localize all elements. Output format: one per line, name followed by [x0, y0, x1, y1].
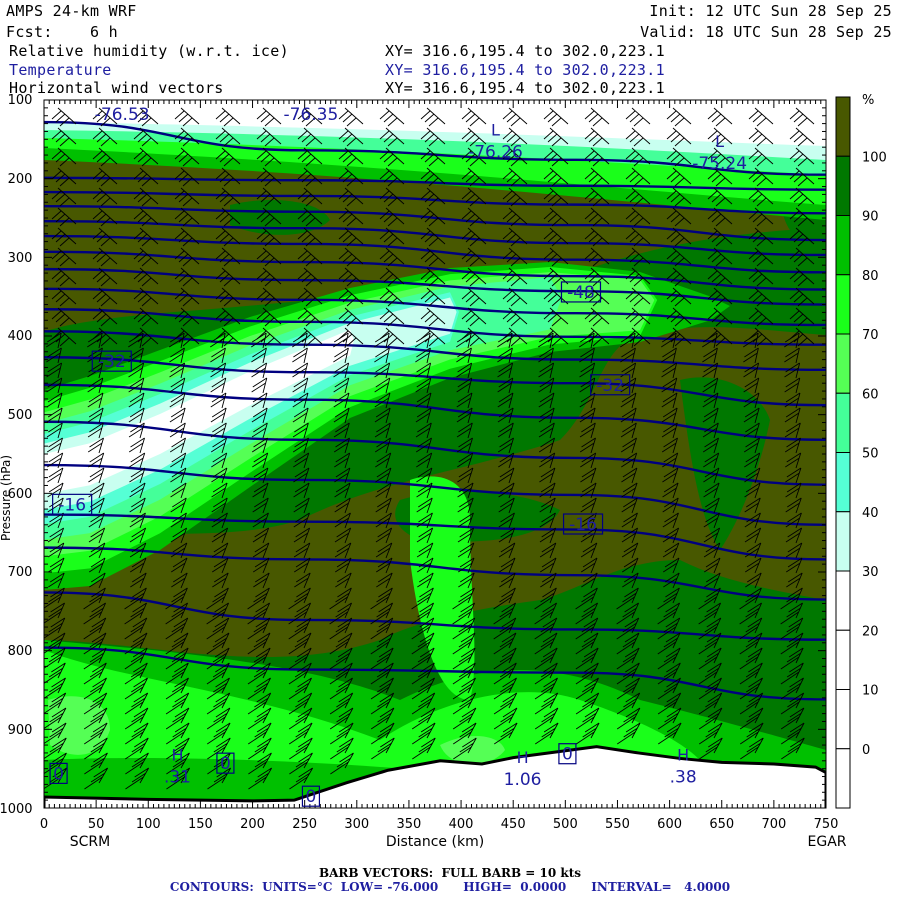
colorbar-bin	[835, 570, 851, 631]
left-endpoint-label: SCRM	[70, 834, 110, 850]
colorbar-unit: %	[862, 93, 874, 108]
x-tick-label: 50	[88, 817, 105, 832]
colorbar-label: 80	[862, 269, 879, 284]
extremum-marker: L	[715, 132, 724, 151]
extremum-value: -76.35	[284, 105, 339, 125]
contour-label: -16	[569, 515, 597, 535]
x-tick-label: 150	[188, 817, 213, 832]
contour-label: -48	[567, 283, 595, 303]
barb-legend: BARB VECTORS: FULL BARB = 10 kts	[318, 866, 582, 880]
x-tick-label: 650	[709, 817, 734, 832]
extremum-marker: H	[677, 746, 689, 765]
contour-label: 0	[306, 787, 317, 807]
colorbar-bin	[835, 748, 851, 809]
colorbar-bin	[835, 155, 851, 216]
colorbar-label: 60	[862, 387, 879, 402]
colorbar-label: 0	[862, 743, 870, 758]
colorbar-bin	[835, 274, 851, 335]
contour-label: -32	[596, 376, 624, 396]
colorbar-bin	[835, 452, 851, 513]
extremum-marker: H	[517, 748, 529, 767]
y-tick-label: 1000	[0, 802, 33, 817]
contour-label: 0	[220, 754, 231, 774]
x-tick-label: 600	[657, 817, 682, 832]
cross-section-chart: -32 -48 -32 -16 -16 0 0 0 0 -76.53 -76.35 L -76.26 L -…	[0, 93, 887, 850]
extremum-value: -75.24	[692, 154, 747, 174]
y-tick-label: 100	[8, 93, 33, 108]
colorbar: %1009080706050403020100	[835, 93, 887, 809]
right-endpoint-label: EGAR	[808, 834, 847, 850]
contour-label: -32	[98, 352, 126, 372]
colorbar-bin	[835, 96, 851, 157]
y-tick-label: 900	[8, 723, 33, 738]
x-tick-label: 750	[814, 817, 839, 832]
colorbar-label: 70	[862, 328, 879, 343]
contour-label: 0	[562, 745, 573, 765]
x-tick-label: 450	[501, 817, 526, 832]
x-tick-label: 200	[240, 817, 265, 832]
y-tick-label: 700	[8, 565, 33, 580]
colorbar-label: 100	[862, 150, 887, 165]
colorbar-label: 10	[862, 684, 879, 699]
colorbar-bin	[835, 689, 851, 750]
extremum-value: -76.26	[468, 142, 523, 162]
colorbar-bin	[835, 392, 851, 453]
contour-legend: CONTOURS: UNITS=°C LOW= -76.000 HIGH= 0.…	[169, 880, 731, 894]
colorbar-bin	[835, 333, 851, 394]
x-tick-label: 500	[553, 817, 578, 832]
y-axis-title: Pressure (hPa)	[0, 455, 13, 541]
x-tick-label: 350	[397, 817, 422, 832]
extremum-marker: H	[171, 746, 183, 765]
x-tick-label: 300	[344, 817, 369, 832]
colorbar-label: 40	[862, 506, 879, 521]
extremum-value: .31	[164, 768, 191, 788]
colorbar-label: 90	[862, 210, 879, 225]
extremum-value: .38	[670, 768, 697, 788]
x-axis-title: Distance (km)	[386, 834, 484, 850]
y-tick-label: 400	[8, 329, 33, 344]
y-tick-label: 800	[8, 644, 33, 659]
y-tick-label: 200	[8, 172, 33, 187]
y-tick-label: 300	[8, 251, 33, 266]
contour-label: -16	[58, 495, 86, 515]
y-tick-label: 500	[8, 408, 33, 423]
colorbar-label: 30	[862, 565, 879, 580]
colorbar-bin	[835, 215, 851, 276]
x-tick-label: 400	[449, 817, 474, 832]
colorbar-label: 20	[862, 624, 879, 639]
rh-field	[44, 100, 826, 808]
x-tick-label: 250	[292, 817, 317, 832]
x-tick-label: 0	[40, 817, 48, 832]
x-tick-label: 550	[605, 817, 630, 832]
extremum-value: 1.06	[504, 770, 542, 790]
x-tick-label: 100	[136, 817, 161, 832]
extremum-marker: L	[491, 120, 500, 139]
colorbar-label: 50	[862, 447, 879, 462]
contour-label: 0	[53, 764, 64, 784]
x-tick-label: 700	[761, 817, 786, 832]
extremum-value: -76.53	[95, 105, 150, 125]
colorbar-bin	[835, 511, 851, 572]
x-tick-labels: 0 50 100 150 200 250 300 350 400 450 500 550 600 650 7…	[40, 817, 839, 832]
colorbar-bin	[835, 629, 851, 690]
